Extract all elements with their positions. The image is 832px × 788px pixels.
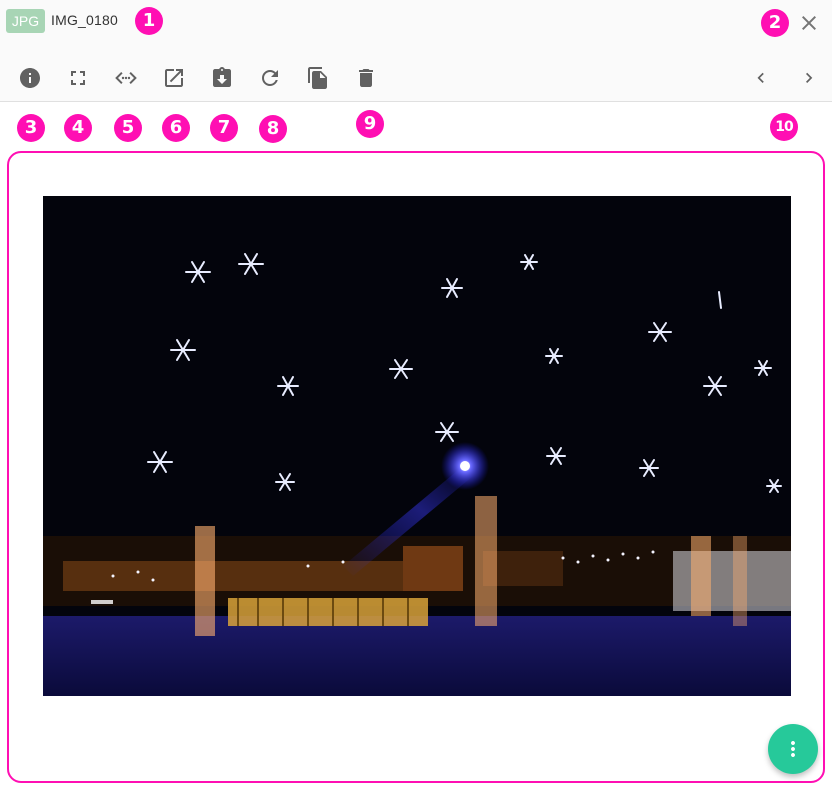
close-icon [802, 16, 816, 30]
annotation-marker-10: 10 [770, 113, 798, 141]
trash-icon [359, 69, 373, 87]
download-button[interactable] [206, 62, 238, 94]
file-name: IMG_0180 [51, 12, 118, 28]
code-icon [115, 72, 137, 84]
chevron-right-icon [806, 72, 813, 83]
info-icon [20, 68, 40, 88]
annotation-marker-4: 4 [64, 114, 92, 142]
info-button[interactable] [14, 62, 46, 94]
fullscreen-button[interactable] [62, 62, 94, 94]
next-button[interactable] [793, 62, 825, 94]
delete-button[interactable] [350, 62, 382, 94]
chevron-left-icon [757, 72, 764, 83]
annotation-marker-8: 8 [259, 115, 287, 143]
open-in-new-icon [165, 69, 183, 87]
viewer-header: JPG IMG_0180 [0, 0, 832, 102]
close-button[interactable] [793, 7, 825, 39]
annotation-marker-7: 7 [210, 114, 238, 142]
fullscreen-icon [71, 71, 85, 85]
previous-button[interactable] [745, 62, 777, 94]
copy-icon [308, 67, 327, 89]
annotation-marker-3: 3 [17, 114, 45, 142]
annotation-marker-6: 6 [162, 114, 190, 142]
annotation-marker-1: 1 [135, 7, 163, 35]
night-lights-photo [43, 196, 791, 696]
annotation-marker-9: 9 [356, 110, 384, 138]
embed-button[interactable] [110, 62, 142, 94]
open-external-button[interactable] [158, 62, 190, 94]
annotation-marker-5: 5 [114, 114, 142, 142]
file-type-badge: JPG [6, 9, 45, 33]
rotate-button[interactable] [254, 62, 286, 94]
download-icon [213, 67, 231, 87]
more-vertical-icon [791, 741, 795, 757]
image-preview[interactable] [43, 196, 791, 696]
more-options-button[interactable] [768, 724, 818, 774]
annotation-marker-2: 2 [761, 9, 789, 37]
refresh-icon [262, 70, 278, 86]
copy-button[interactable] [302, 62, 334, 94]
